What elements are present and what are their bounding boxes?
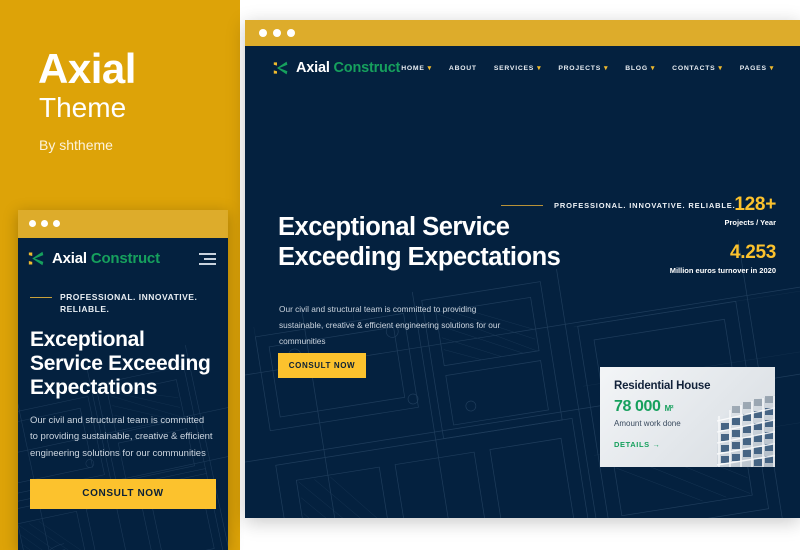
mobile-paragraph: Our civil and structural team is committ… — [30, 414, 213, 459]
stat-label: Projects / Year — [724, 217, 776, 227]
desktop-window-chrome — [245, 20, 800, 46]
window-dot-minimize[interactable] — [41, 220, 48, 227]
details-label: DETAILS — [614, 440, 650, 449]
chevron-down-icon: ▾ — [718, 64, 723, 72]
hero-heading: Exceptional Service Exceeding Expectatio… — [278, 213, 561, 271]
stat-turnover: 4.253 Million euros turnover in 2020 — [669, 241, 777, 277]
metric-value: 78 000 — [614, 398, 661, 415]
nav-item-blog[interactable]: BLOG ▾ — [625, 65, 655, 72]
project-card-details-link[interactable]: DETAILS → — [614, 440, 775, 449]
project-card-title: Residential House — [614, 380, 711, 392]
nav-label: PAGES — [739, 64, 767, 72]
mobile-tagline: PROFESSIONAL. INNOVATIVE. RELIABLE. — [30, 291, 214, 316]
nav-item-pages[interactable]: PAGES ▾ — [740, 65, 774, 72]
window-dot-close[interactable] — [29, 220, 36, 227]
nav-item-projects[interactable]: PROJECTS ▾ — [558, 65, 608, 72]
chevron-down-icon: ▾ — [650, 64, 656, 72]
project-card-subtitle: Amount work done — [614, 419, 681, 428]
mobile-preview: Axial Construct PROFESSIONAL. INNOVATIVE… — [18, 210, 228, 550]
window-dot-minimize[interactable] — [273, 29, 281, 37]
chevron-down-icon: ▾ — [427, 64, 432, 72]
axial-logo-icon — [28, 251, 44, 266]
logo-text-secondary: Construct — [333, 60, 401, 76]
window-dot-close[interactable] — [259, 29, 267, 37]
mobile-consult-now-button[interactable]: CONSULT NOW — [30, 478, 216, 509]
logo-text-primary: Axial — [52, 250, 87, 267]
nav-label: CONTACTS — [672, 64, 716, 72]
hero-stats: 128+ Projects / Year 4.253 Million euros… — [669, 194, 777, 277]
chevron-down-icon: ▾ — [603, 64, 609, 72]
tagline-rule — [501, 205, 543, 206]
arrow-right-icon: → — [652, 440, 661, 449]
desktop-preview: Axial Construct HOME ▾ ABOUT SERVICES ▾ … — [245, 20, 800, 518]
nav-label: SERVICES — [493, 64, 535, 72]
nav-item-about[interactable]: ABOUT — [449, 65, 477, 72]
promo-author: By shtheme — [39, 137, 113, 153]
nav-item-contacts[interactable]: CONTACTS ▾ — [672, 65, 723, 72]
nav-menu: HOME ▾ ABOUT SERVICES ▾ PROJECTS ▾ BLOG … — [401, 65, 774, 72]
stat-label: Million euros turnover in 2020 — [669, 265, 776, 275]
promo-title: Axial — [38, 45, 136, 92]
hamburger-menu-icon[interactable] — [199, 252, 216, 265]
chevron-down-icon: ▾ — [769, 64, 774, 72]
stat-projects-per-year: 128+ Projects / Year — [670, 194, 776, 229]
nav-label: PROJECTS — [558, 64, 601, 72]
project-card-metric: 78 000 M² — [614, 398, 775, 416]
window-dot-maximize[interactable] — [53, 220, 60, 227]
mobile-heading: Exceptional Service Exceeding Expectatio… — [30, 327, 211, 400]
logo-text-primary: Axial — [296, 60, 330, 76]
mobile-logo[interactable]: Axial Construct — [28, 250, 160, 267]
hero-paragraph: Our civil and structural team is committ… — [279, 304, 501, 347]
nav-item-home[interactable]: HOME ▾ — [401, 65, 432, 72]
chevron-down-icon: ▾ — [537, 64, 542, 72]
tagline-rule — [30, 297, 52, 298]
window-dot-maximize[interactable] — [287, 29, 295, 37]
consult-now-button[interactable]: CONSULT NOW — [278, 353, 366, 378]
project-card[interactable]: Residential House 78 000 M² Amount work … — [600, 367, 775, 467]
site-logo[interactable]: Axial Construct — [273, 60, 400, 76]
site-navbar: Axial Construct HOME ▾ ABOUT SERVICES ▾ … — [245, 46, 800, 90]
mobile-tagline-text: PROFESSIONAL. INNOVATIVE. RELIABLE. — [60, 292, 198, 315]
metric-unit: M² — [664, 404, 674, 413]
axial-logo-icon — [273, 61, 288, 75]
promo-subtitle: Theme — [39, 92, 127, 123]
stat-value: 128+ — [734, 194, 776, 215]
mobile-viewport: Axial Construct PROFESSIONAL. INNOVATIVE… — [18, 238, 228, 550]
logo-text-secondary: Construct — [90, 250, 160, 267]
nav-label: BLOG — [625, 64, 648, 72]
nav-label: HOME — [401, 64, 425, 72]
mobile-header: Axial Construct — [18, 238, 228, 267]
mobile-window-chrome — [18, 210, 228, 238]
desktop-viewport: Axial Construct HOME ▾ ABOUT SERVICES ▾ … — [245, 46, 800, 518]
project-card-content: Residential House 78 000 M² Amount work … — [600, 367, 775, 449]
stat-value: 4.253 — [729, 241, 776, 263]
nav-label: ABOUT — [448, 64, 477, 72]
nav-item-services[interactable]: SERVICES ▾ — [494, 65, 542, 72]
